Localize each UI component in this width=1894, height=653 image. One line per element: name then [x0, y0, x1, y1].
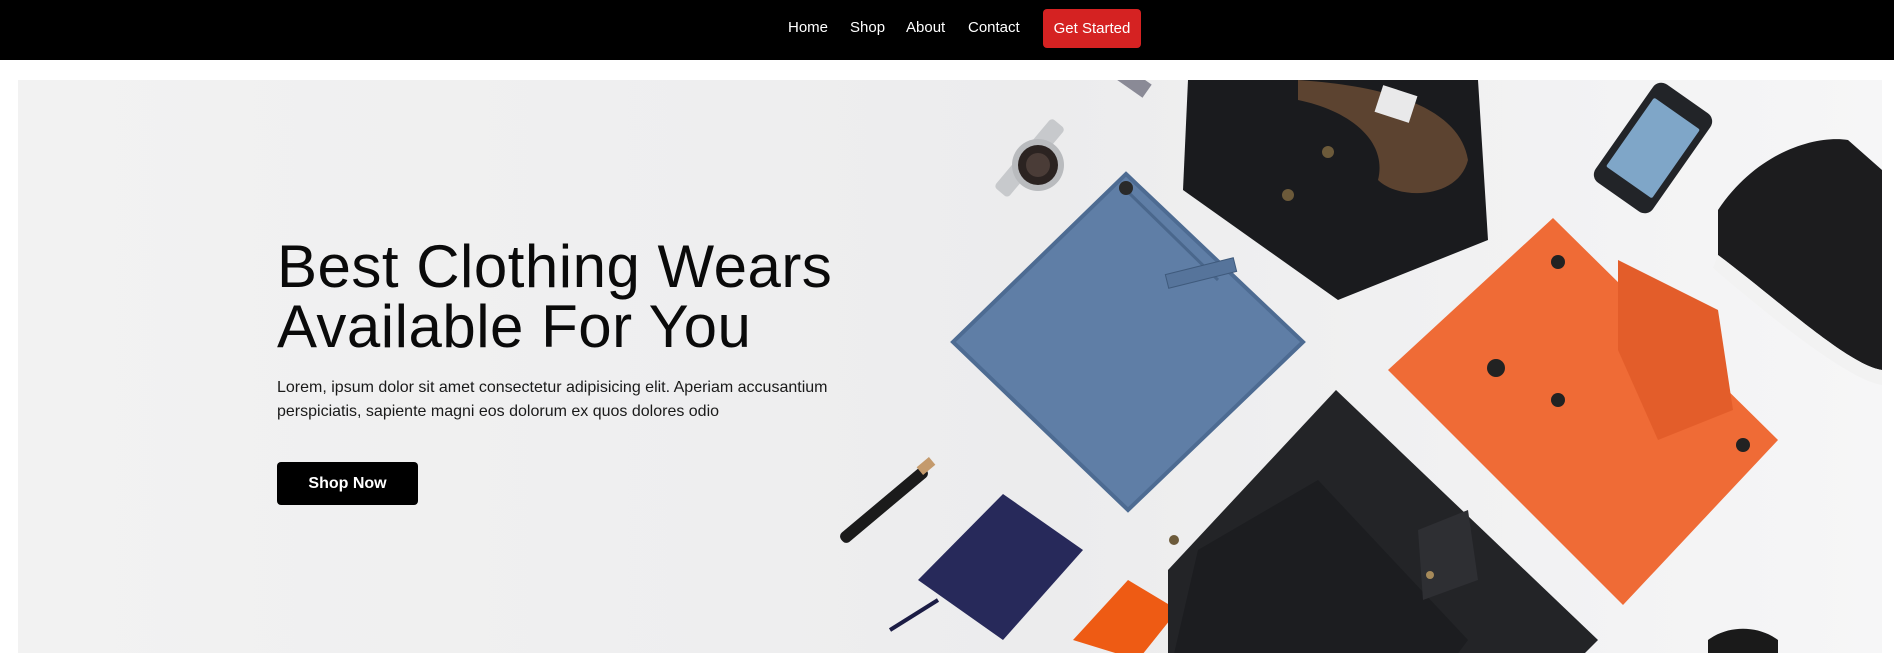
hero-description: Lorem, ipsum dolor sit amet consectetur … — [277, 379, 828, 420]
watch-image — [995, 119, 1064, 197]
hero-title-line-2: Available For You — [277, 293, 752, 360]
hero-product-image — [840, 80, 1882, 653]
nav-links: Home Shop About Contact Get Started — [0, 0, 1894, 60]
phone-image — [1593, 82, 1713, 214]
shop-now-button[interactable]: Shop Now — [277, 462, 418, 505]
sneaker-image — [1713, 139, 1882, 385]
orange-notebook-image — [1073, 580, 1178, 653]
notebook-image — [888, 494, 1083, 640]
hero-banner: Best Clothing Wears Available For You Lo… — [18, 80, 1882, 653]
sunglasses-image — [1708, 628, 1778, 653]
nav-link-shop[interactable]: Shop — [850, 19, 885, 36]
pen-image — [840, 457, 936, 543]
get-started-button[interactable]: Get Started — [1043, 9, 1141, 48]
nav-link-home[interactable]: Home — [788, 19, 828, 36]
navbar: Home Shop About Contact Get Started — [0, 0, 1894, 60]
nav-link-contact[interactable]: Contact — [968, 19, 1020, 36]
hero-title-line-1: Best Clothing Wears — [277, 233, 833, 300]
hero-title: Best Clothing Wears Available For You — [277, 237, 977, 357]
nav-link-about[interactable]: About — [906, 19, 945, 36]
